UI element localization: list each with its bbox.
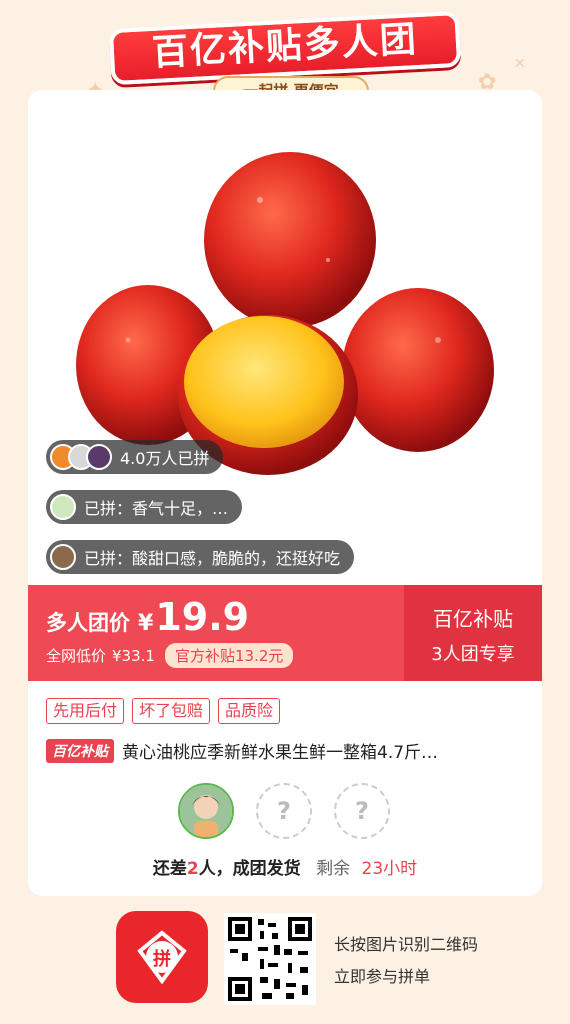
group-members: ? ? [178,783,390,839]
service-tag: 品质险 [218,698,281,724]
service-tag: 先用后付 [46,698,125,724]
review-text: 已拼：酸甜口感，脆脆的，还挺好吃 [84,549,341,568]
time-label: 剩余 [316,859,351,879]
subsidy-badge: 官方补贴13.2元 [164,643,294,668]
empty-slot[interactable]: ? [256,783,312,839]
footer-line-1: 长按图片识别二维码 [334,935,479,954]
avatar [50,544,76,570]
join-count-text: 4.0万人已拼 [120,449,210,468]
price-currency: ¥ [138,611,154,636]
app-logo: 拼 [116,911,208,1003]
subsidy-logo-badge: 百亿补贴 [46,738,114,763]
subsidy-panel: 百亿补贴 3人团专享 [404,585,542,681]
original-price: ¥33.1 [112,646,155,665]
group-type: 3人团专享 [431,644,515,665]
time-left: 23小时 [361,859,418,879]
footer-line-2: 立即参与拼单 [334,967,431,986]
group-status: 还差2人，成团发货 剩余 23小时 [28,854,542,879]
status-prefix: 还差 [152,859,187,879]
service-tags: 先用后付 坏了包赔 品质险 [46,698,281,724]
cross-icon: ✕ [514,56,526,72]
qr-code-icon [228,917,312,1001]
logo-text: 拼 [153,949,171,970]
product-title-row[interactable]: 百亿补贴 黄心油桃应季新鲜水果生鲜一整箱4.7斤… [46,738,536,763]
promo-banner: 百亿补贴多人团 一起拼 更便宜 [108,10,462,106]
product-card[interactable]: 4.0万人已拼 已拼：香气十足，… 已拼：酸甜口感，脆脆的，还挺好吃 多人团价 … [28,90,542,896]
review-pill: 已拼：酸甜口感，脆脆的，还挺好吃 [46,540,355,574]
subsidy-title: 百亿补贴 [433,607,513,631]
join-count-pill: 4.0万人已拼 [46,440,224,474]
service-tag: 坏了包赔 [132,698,211,724]
original-price-label: 全网低价 [46,647,107,665]
price-band: 多人团价 ¥ 19.9 全网低价 ¥33.1 官方补贴13.2元 百亿补贴 3人… [28,585,542,681]
footer: 拼 长按图片识别二维码 立即参与拼单 [0,905,570,1024]
remaining-people: 2 [186,859,199,879]
avatar [86,444,112,470]
footer-instructions: 长按图片识别二维码 立即参与拼单 [334,929,478,993]
product-title: 黄心油桃应季新鲜水果生鲜一整箱4.7斤… [122,743,439,763]
child-avatar-icon [180,785,232,837]
price-label: 多人团价 [46,611,130,635]
review-pill: 已拼：香气十足，… [46,490,243,524]
empty-slot[interactable]: ? [334,783,390,839]
avatar [50,494,76,520]
member-avatar [178,783,234,839]
status-suffix: 人，成团发货 [198,859,301,879]
banner-title: 百亿补贴多人团 [108,10,462,86]
qr-code[interactable] [224,913,316,1005]
review-text: 已拼：香气十足，… [84,499,229,518]
price-value: 19.9 [155,595,250,639]
